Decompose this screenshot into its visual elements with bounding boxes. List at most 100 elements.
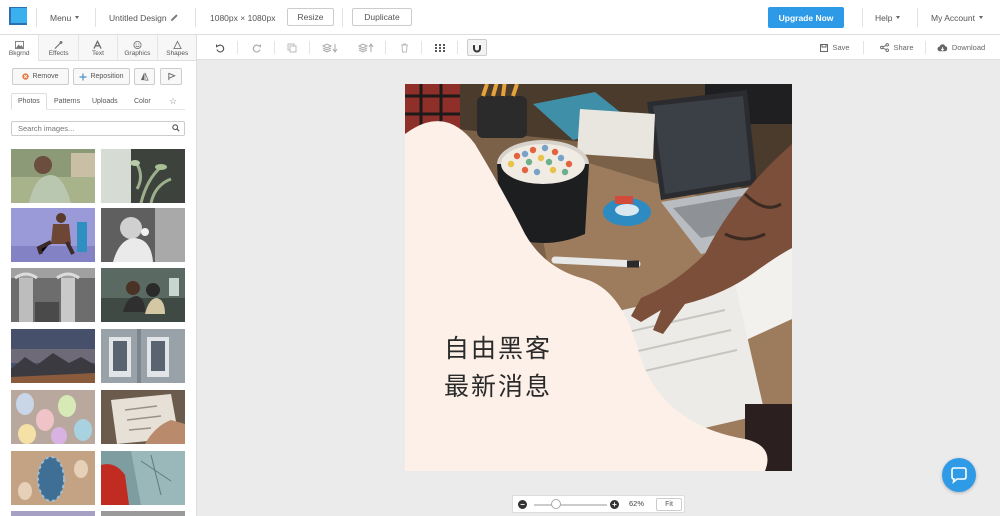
chat-bubble-icon xyxy=(951,467,967,485)
tab-background[interactable]: Bkgrnd xyxy=(0,35,40,61)
photo-thumbnail-person-bw[interactable] xyxy=(101,208,185,262)
subtab-photos[interactable]: Photos xyxy=(11,93,47,110)
photo-thumbnail-columns[interactable] xyxy=(11,268,95,322)
subtab-label: Patterns xyxy=(54,98,81,105)
flag-icon xyxy=(167,72,176,81)
canvas-toolbar: Save Share Download xyxy=(197,35,1000,60)
tab-graphics[interactable]: Graphics xyxy=(118,35,158,61)
tab-label: Graphics xyxy=(124,49,151,57)
photo-thumbnail-partial[interactable] xyxy=(11,511,95,516)
remove-label: Remove xyxy=(32,73,59,80)
zoom-slider-handle[interactable] xyxy=(550,499,561,509)
help-menu[interactable]: Help xyxy=(875,0,901,35)
tab-effects[interactable]: Effects xyxy=(39,35,79,61)
design-canvas[interactable]: 自由黑客 最新消息 xyxy=(405,84,792,471)
photo-thumbnail-mountain-sunset[interactable] xyxy=(11,329,95,383)
star-icon: ☆ xyxy=(169,96,178,106)
chat-help-button[interactable] xyxy=(942,458,976,492)
text-icon xyxy=(93,39,103,49)
tab-label: Text xyxy=(92,49,104,57)
background-photo xyxy=(405,84,792,471)
photo-thumbnail-red-coat-map[interactable] xyxy=(101,451,185,505)
subtab-label: Photos xyxy=(18,98,40,105)
subtab-label: Uploads xyxy=(92,98,118,105)
tab-text[interactable]: Text xyxy=(79,35,119,61)
resize-label: Resize xyxy=(297,12,324,22)
resize-button[interactable]: Resize xyxy=(287,8,334,26)
pencil-icon xyxy=(170,14,178,22)
menu-label: Menu xyxy=(50,12,72,23)
subtab-uploads[interactable]: Uploads xyxy=(92,93,118,110)
category-tabs: Bkgrnd Effects Text Graphics Shapes xyxy=(0,35,196,61)
download-button[interactable]: Download xyxy=(935,39,987,56)
subtab-color[interactable]: Color xyxy=(134,93,151,110)
design-title[interactable]: Untitled Design xyxy=(109,0,179,35)
zoom-in-button[interactable]: + xyxy=(610,500,619,509)
left-panel: Bkgrnd Effects Text Graphics Shapes Remo… xyxy=(0,35,197,516)
photo-thumbnail-hand-drawing[interactable] xyxy=(101,390,185,444)
redo-button[interactable] xyxy=(250,39,264,56)
chevron-down-icon xyxy=(896,16,901,19)
undo-button[interactable] xyxy=(213,39,227,56)
wand-icon xyxy=(54,40,63,49)
design-title-label: Untitled Design xyxy=(109,12,167,23)
save-button[interactable]: Save xyxy=(817,39,853,56)
zoom-out-button[interactable]: − xyxy=(518,500,527,509)
fit-label: Fit xyxy=(665,501,673,508)
menu-button[interactable]: Menu xyxy=(50,0,80,35)
headline-text[interactable]: 自由黑客 最新消息 xyxy=(444,330,624,406)
photo-thumbnail-woman-field[interactable] xyxy=(11,149,95,203)
photo-thumbnail-person-purple[interactable] xyxy=(11,208,95,262)
search-images xyxy=(11,121,185,136)
reposition-button[interactable]: Reposition xyxy=(73,68,130,85)
grid-button[interactable] xyxy=(433,39,447,56)
snap-magnet-button[interactable] xyxy=(467,39,487,56)
save-icon xyxy=(820,43,829,52)
redo-icon xyxy=(252,43,261,53)
photo-thumbnail-building-windows[interactable] xyxy=(101,329,185,383)
photo-thumbnail-blue-eggs[interactable] xyxy=(11,451,95,505)
flag-button[interactable] xyxy=(160,68,182,85)
tab-label: Bkgrnd xyxy=(8,49,30,57)
flip-button[interactable] xyxy=(134,68,155,85)
duplicate-button[interactable]: Duplicate xyxy=(352,8,412,26)
bring-forward-button[interactable] xyxy=(357,39,375,56)
share-label: Share xyxy=(893,43,914,52)
remove-background-button[interactable]: Remove xyxy=(12,68,69,85)
app-logo[interactable] xyxy=(9,7,27,25)
tab-label: Shapes xyxy=(166,49,189,57)
upgrade-now-button[interactable]: Upgrade Now xyxy=(768,7,844,28)
subtab-favorites[interactable]: ☆ xyxy=(169,93,177,110)
image-source-tabs: Photos Patterns Uploads Color ☆ xyxy=(11,93,185,110)
search-input[interactable] xyxy=(12,122,167,135)
search-icon[interactable] xyxy=(172,124,180,132)
smiley-icon xyxy=(133,40,142,49)
reposition-label: Reposition xyxy=(90,73,124,80)
undo-icon xyxy=(216,43,225,53)
trash-icon xyxy=(400,43,408,52)
triangle-icon xyxy=(172,39,182,49)
copy-button[interactable] xyxy=(285,39,299,56)
zoom-slider-track[interactable] xyxy=(534,504,607,506)
download-label: Download xyxy=(951,43,986,52)
subtab-patterns[interactable]: Patterns xyxy=(54,93,80,110)
zoom-percentage: 62% xyxy=(629,499,645,508)
photo-thumbnail-partial[interactable] xyxy=(101,511,185,516)
image-icon xyxy=(14,40,24,49)
cloud-download-icon xyxy=(937,43,948,51)
magnet-icon xyxy=(473,43,481,52)
share-button[interactable]: Share xyxy=(879,39,915,56)
move-icon xyxy=(79,73,87,80)
photo-thumbnail-easter-eggs[interactable] xyxy=(11,390,95,444)
photo-thumbnail-plant-window[interactable] xyxy=(101,149,185,203)
zoom-fit-button[interactable]: Fit xyxy=(656,498,682,511)
delete-button[interactable] xyxy=(397,39,411,56)
share-icon xyxy=(880,43,890,52)
tab-label: Effects xyxy=(48,49,69,57)
grid-icon xyxy=(435,43,445,52)
account-menu[interactable]: My Account xyxy=(931,0,983,35)
tab-shapes[interactable]: Shapes xyxy=(158,35,196,61)
send-backward-button[interactable] xyxy=(321,39,339,56)
upgrade-label: Upgrade Now xyxy=(778,12,834,23)
photo-thumbnail-couple-couch[interactable] xyxy=(101,268,185,322)
